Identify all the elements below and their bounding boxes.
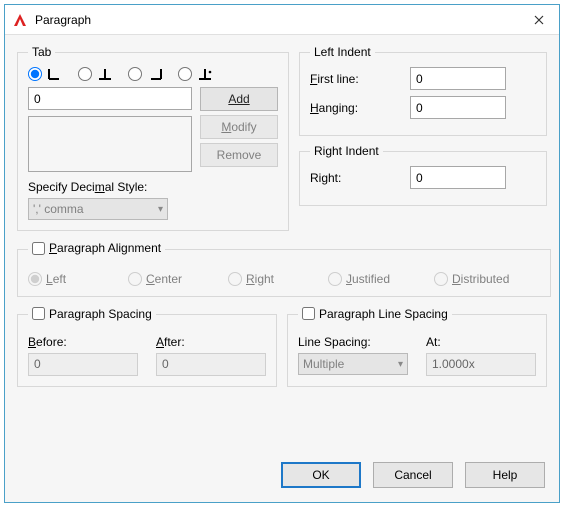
tab-stops-listbox[interactable]: [28, 116, 192, 172]
help-button[interactable]: Help: [465, 462, 545, 488]
tab-decimal-icon: [196, 67, 214, 81]
alignment-enable-checkbox[interactable]: [32, 242, 45, 255]
tab-right-icon: [146, 67, 164, 81]
decimal-style-label: Specify Decimal Style:: [28, 180, 278, 194]
chevron-down-icon: ▾: [158, 204, 163, 215]
tab-left-icon: [46, 67, 64, 81]
align-distributed-radio: [434, 272, 448, 286]
left-indent-group: Left Indent First line: Hanging:: [299, 45, 547, 136]
titlebar: Paragraph: [5, 5, 559, 35]
after-label: After:: [156, 335, 266, 349]
tab-style-decimal[interactable]: [178, 67, 214, 81]
right-indent-group: Right Indent Right:: [299, 144, 547, 206]
first-line-input[interactable]: [410, 67, 506, 90]
before-label: Before:: [28, 335, 138, 349]
after-input: 0: [156, 353, 266, 376]
tab-style-center[interactable]: [78, 67, 114, 81]
align-left-radio: [28, 272, 42, 286]
tab-group: Tab: [17, 45, 289, 231]
ok-button[interactable]: OK: [281, 462, 361, 488]
hanging-label: Hanging:: [310, 101, 410, 115]
paragraph-spacing-checkbox[interactable]: [32, 307, 45, 320]
line-spacing-legend: Paragraph Line Spacing: [298, 307, 452, 324]
tab-style-right[interactable]: [128, 67, 164, 81]
tab-style-radios: [28, 67, 278, 81]
line-spacing-group: Paragraph Line Spacing Line Spacing: Mul…: [287, 307, 547, 388]
hanging-input[interactable]: [410, 96, 506, 119]
remove-button: Remove: [200, 143, 278, 167]
align-right: Right: [228, 272, 328, 286]
at-input: 1.0000x: [426, 353, 536, 376]
cancel-button[interactable]: Cancel: [373, 462, 453, 488]
tab-style-left[interactable]: [28, 67, 64, 81]
paragraph-spacing-legend: Paragraph Spacing: [28, 307, 156, 324]
alignment-options: Left Center Right Justified Distributed: [28, 272, 540, 286]
app-logo-icon: [11, 11, 29, 29]
align-justified: Justified: [328, 272, 434, 286]
at-label: At:: [426, 335, 536, 349]
before-input: 0: [28, 353, 138, 376]
modify-button: Modify: [200, 115, 278, 139]
align-justified-radio: [328, 272, 342, 286]
tab-style-right-radio[interactable]: [128, 67, 142, 81]
tab-legend: Tab: [28, 45, 55, 59]
align-center-radio: [128, 272, 142, 286]
right-indent-legend: Right Indent: [310, 144, 383, 158]
decimal-style-combo: ',' comma ▾: [28, 198, 168, 220]
align-distributed: Distributed: [434, 272, 540, 286]
add-button[interactable]: Add: [200, 87, 278, 111]
line-spacing-value: Multiple: [303, 357, 344, 371]
close-button[interactable]: [519, 5, 559, 34]
line-spacing-checkbox[interactable]: [302, 307, 315, 320]
paragraph-dialog: Paragraph Tab: [4, 4, 560, 503]
alignment-legend: Paragraph Alignment: [28, 241, 165, 258]
tab-position-input[interactable]: [28, 87, 192, 110]
tab-center-icon: [96, 67, 114, 81]
tab-style-decimal-radio[interactable]: [178, 67, 192, 81]
tab-style-center-radio[interactable]: [78, 67, 92, 81]
align-center: Center: [128, 272, 228, 286]
line-spacing-combo: Multiple ▾: [298, 353, 408, 375]
line-spacing-label: Line Spacing:: [298, 335, 408, 349]
decimal-style-value: ',' comma: [33, 202, 84, 216]
left-indent-legend: Left Indent: [310, 45, 375, 59]
paragraph-spacing-group: Paragraph Spacing Before: 0 After: 0: [17, 307, 277, 388]
tab-style-left-radio[interactable]: [28, 67, 42, 81]
right-label: Right:: [310, 171, 410, 185]
dialog-title: Paragraph: [35, 13, 519, 27]
first-line-label: First line:: [310, 72, 410, 86]
dialog-footer: OK Cancel Help: [5, 452, 559, 502]
chevron-down-icon: ▾: [398, 359, 403, 370]
align-right-radio: [228, 272, 242, 286]
dialog-body: Tab: [5, 35, 559, 452]
right-input[interactable]: [410, 166, 506, 189]
align-left: Left: [28, 272, 128, 286]
alignment-group: Paragraph Alignment Left Center Right: [17, 241, 551, 297]
